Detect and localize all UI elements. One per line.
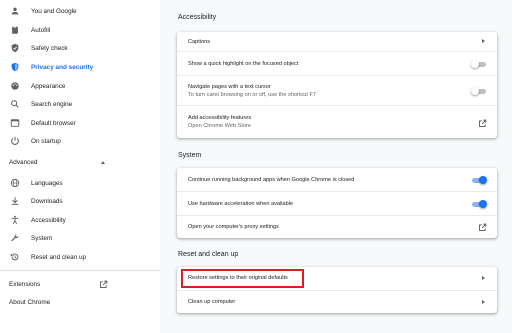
hardware-acceleration-label: Use hardware acceleration when available <box>188 201 294 207</box>
add-features-label: Add accessibility features <box>188 115 252 121</box>
download-icon <box>9 195 20 206</box>
open-in-new-icon[interactable] <box>99 280 108 289</box>
accessibility-icon <box>9 214 20 225</box>
wrench-icon <box>9 232 20 243</box>
open-in-new-icon <box>478 223 487 232</box>
clipboard-icon <box>9 24 20 35</box>
proxy-settings-row[interactable]: Open your computer's proxy settings <box>177 215 497 238</box>
advanced-section-toggle[interactable]: Advanced <box>9 159 37 166</box>
background-apps-label: Continue running background apps when Go… <box>188 177 355 183</box>
sidebar-item-reset-and-clean-up[interactable]: Reset and clean up <box>0 248 160 266</box>
sidebar-item-label: Languages <box>31 179 63 187</box>
focus-highlight-row: Show a quick highlight on the focused ob… <box>177 51 497 75</box>
sidebar-item-label: You and Google <box>31 7 77 15</box>
add-features-sublabel: Open Chrome Web Store <box>188 123 252 129</box>
reset-section-title: Reset and clean up <box>178 251 239 258</box>
sidebar: You and Google Autofill Safety check Pri… <box>0 0 160 333</box>
chevron-right-icon <box>482 39 485 43</box>
caret-browsing-row: Navigate pages with a text cursor To tur… <box>177 75 497 105</box>
caret-browsing-label: Navigate pages with a text cursor <box>188 84 271 90</box>
caret-browsing-toggle[interactable] <box>471 87 487 95</box>
globe-icon <box>9 177 20 188</box>
captions-row[interactable]: Captions <box>177 32 497 51</box>
sidebar-item-label: Downloads <box>31 197 63 205</box>
shield-check-icon <box>9 42 20 53</box>
sidebar-item-system[interactable]: System <box>0 229 160 247</box>
focus-highlight-toggle[interactable] <box>471 60 487 68</box>
background-apps-row: Continue running background apps when Go… <box>177 168 497 191</box>
history-icon <box>9 251 20 262</box>
sidebar-item-default-browser[interactable]: Default browser <box>0 114 160 132</box>
sidebar-item-languages[interactable]: Languages <box>0 174 160 192</box>
sidebar-item-label: Privacy and security <box>31 63 94 71</box>
browser-icon <box>9 117 20 128</box>
palette-icon <box>9 80 20 91</box>
captions-label: Captions <box>188 39 211 45</box>
hardware-acceleration-toggle[interactable] <box>471 200 487 208</box>
search-icon <box>9 98 20 109</box>
sidebar-item-search-engine[interactable]: Search engine <box>0 95 160 113</box>
chevron-right-icon <box>482 276 485 280</box>
sidebar-item-appearance[interactable]: Appearance <box>0 77 160 95</box>
sidebar-item-label: Search engine <box>31 100 73 108</box>
chevron-right-icon <box>482 300 485 304</box>
open-in-new-icon <box>478 119 487 128</box>
sidebar-item-label: System <box>31 234 53 242</box>
clean-up-computer-label: Clean up computer <box>188 299 236 305</box>
clean-up-computer-row[interactable]: Clean up computer <box>177 290 497 313</box>
about-chrome-link[interactable]: About Chrome <box>9 299 50 306</box>
sidebar-item-you-and-google[interactable]: You and Google <box>0 2 160 20</box>
shield-icon <box>9 61 20 72</box>
sidebar-item-label: Autofill <box>31 26 51 34</box>
hardware-acceleration-row: Use hardware acceleration when available <box>177 191 497 215</box>
background-apps-toggle[interactable] <box>471 176 487 184</box>
accessibility-section-title: Accessibility <box>178 14 217 21</box>
sidebar-item-privacy-and-security[interactable]: Privacy and security <box>0 58 160 76</box>
sidebar-item-autofill[interactable]: Autofill <box>0 21 160 39</box>
extensions-link[interactable]: Extensions <box>9 281 40 288</box>
sidebar-item-safety-check[interactable]: Safety check <box>0 39 160 57</box>
proxy-settings-label: Open your computer's proxy settings <box>188 224 279 230</box>
sidebar-divider <box>0 270 160 271</box>
system-section-title: System <box>178 152 202 159</box>
sidebar-item-label: Accessibility <box>31 216 66 224</box>
person-icon <box>9 5 20 16</box>
sidebar-item-on-startup[interactable]: On startup <box>0 132 160 150</box>
highlight-box <box>181 269 304 288</box>
sidebar-item-label: Safety check <box>31 44 68 52</box>
system-card: Continue running background apps when Go… <box>177 168 497 238</box>
add-accessibility-features-row[interactable]: Add accessibility features Open Chrome W… <box>177 105 497 138</box>
accessibility-card: Captions Show a quick highlight on the f… <box>177 32 497 138</box>
sidebar-item-accessibility[interactable]: Accessibility <box>0 211 160 229</box>
sidebar-item-label: Reset and clean up <box>31 253 87 261</box>
focus-highlight-label: Show a quick highlight on the focused ob… <box>188 61 299 67</box>
advanced-label: Advanced <box>9 159 38 166</box>
sidebar-item-label: Appearance <box>31 82 66 90</box>
sidebar-item-label: Default browser <box>31 119 76 127</box>
sidebar-item-label: On startup <box>31 137 61 145</box>
caret-browsing-sublabel: To turn caret browsing on or off, use th… <box>188 92 316 98</box>
sidebar-item-downloads[interactable]: Downloads <box>0 192 160 210</box>
chevron-up-icon[interactable] <box>101 161 105 164</box>
power-icon <box>9 135 20 146</box>
